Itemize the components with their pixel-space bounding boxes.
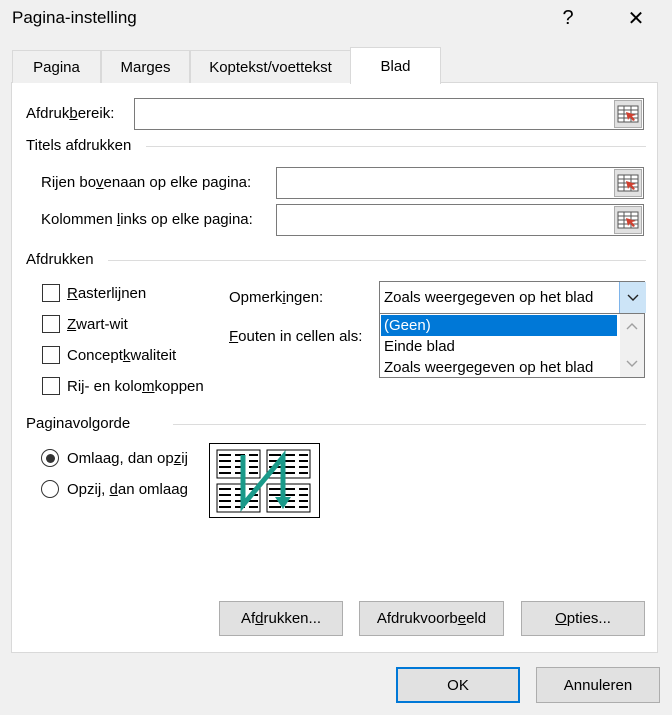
print-heading: Afdrukken: [26, 251, 94, 268]
page-order-separator: [173, 424, 646, 425]
comments-dropdown-button[interactable]: [619, 282, 646, 313]
dropdown-option-zoals-weergegeven[interactable]: Zoals weergegeven op het blad: [381, 357, 617, 378]
rows-repeat-field[interactable]: [276, 167, 644, 199]
gridlines-label: Rasterlijnen: [67, 285, 147, 302]
down-then-over-label: Omlaag, dan opzij: [67, 450, 188, 467]
scroll-up-icon[interactable]: [626, 322, 638, 330]
tab-blad[interactable]: Blad: [350, 47, 441, 84]
options-button[interactable]: Opties...: [521, 601, 645, 636]
tab-pagina[interactable]: Pagina: [12, 50, 101, 83]
range-selector-icon: [617, 211, 639, 229]
row-col-headings-label: Rij- en kolomkoppen: [67, 378, 204, 395]
dropdown-option-einde-blad[interactable]: Einde blad: [381, 336, 617, 357]
radio-selected-dot: [45, 453, 55, 463]
chevron-down-icon: [627, 294, 639, 301]
row-col-headings-checkbox[interactable]: [42, 377, 60, 395]
draft-quality-checkbox[interactable]: [42, 346, 60, 364]
cols-repeat-label: Kolommen links op elke pagina:: [41, 211, 253, 228]
tab-koptekst-voettekst[interactable]: Koptekst/voettekst: [190, 50, 351, 83]
dropdown-scrollbar[interactable]: [620, 314, 644, 377]
print-button[interactable]: Af d rukken...: [219, 601, 343, 636]
over-then-down-radio[interactable]: [41, 480, 59, 498]
page-order-illustration: [209, 443, 320, 518]
comments-select-value: Zoals weergegeven op het blad: [384, 289, 594, 306]
close-button[interactable]: ✕: [614, 0, 658, 36]
errors-label: Fouten in cellen als:: [229, 328, 363, 345]
print-area-collapse-button[interactable]: [614, 100, 642, 128]
range-selector-icon: [617, 105, 639, 123]
draft-quality-label: Conceptkwaliteit: [67, 347, 177, 364]
scroll-down-icon[interactable]: [626, 360, 638, 368]
dropdown-option-geen[interactable]: (Geen): [381, 315, 617, 336]
cols-repeat-field[interactable]: [276, 204, 644, 236]
print-area-field[interactable]: [134, 98, 644, 130]
comments-label: Opmerkingen:: [229, 289, 324, 306]
print-titles-heading: Titels afdrukken: [26, 137, 132, 154]
ok-button[interactable]: OK: [396, 667, 520, 703]
print-area-label: Afdrukbereik:: [26, 105, 115, 122]
window-title: Pagina-instelling: [12, 8, 137, 27]
tab-marges[interactable]: Marges: [101, 50, 190, 83]
cancel-button[interactable]: Annuleren: [536, 667, 660, 703]
rows-repeat-label: Rijen bovenaan op elke pagina:: [41, 174, 252, 191]
comments-dropdown-list: (Geen) Einde blad Zoals weergegeven op h…: [379, 313, 645, 378]
print-separator: [108, 260, 646, 261]
gridlines-checkbox[interactable]: [42, 284, 60, 302]
black-white-label: Zwart-wit: [67, 316, 128, 333]
range-selector-icon: [617, 174, 639, 192]
page-order-heading: Paginavolgorde: [26, 415, 131, 432]
print-preview-button[interactable]: Afdrukvoorb e eld: [359, 601, 504, 636]
down-then-over-radio[interactable]: [41, 449, 59, 467]
cols-repeat-collapse-button[interactable]: [614, 206, 642, 234]
over-then-down-label: Opzij, dan omlaag: [67, 481, 188, 498]
comments-select[interactable]: Zoals weergegeven op het blad: [379, 281, 646, 314]
print-titles-separator: [146, 146, 646, 147]
black-white-checkbox[interactable]: [42, 315, 60, 333]
rows-repeat-collapse-button[interactable]: [614, 169, 642, 197]
help-button[interactable]: ?: [546, 0, 590, 36]
